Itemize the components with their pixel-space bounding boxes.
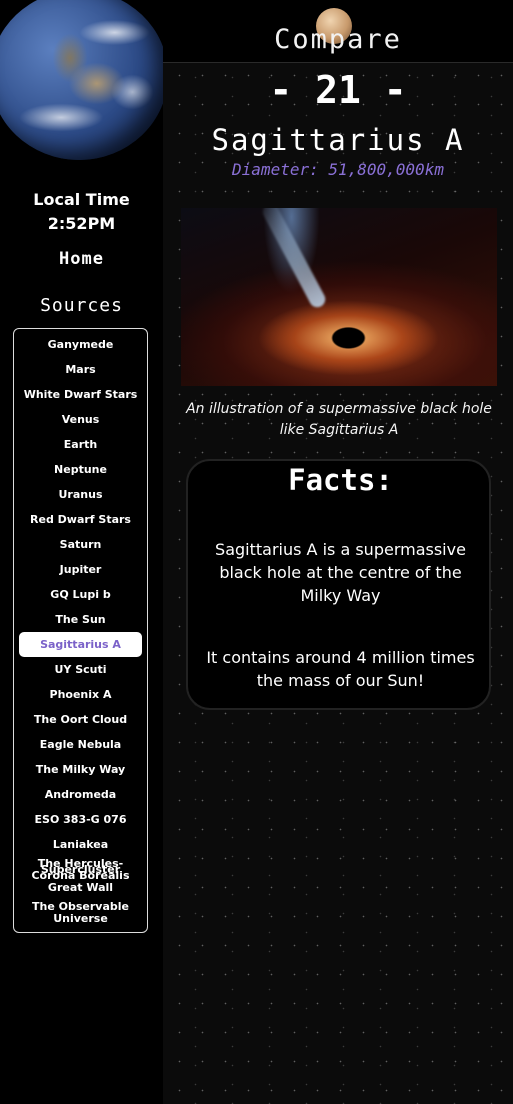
source-item[interactable]: Mars bbox=[19, 357, 142, 382]
header-bar: Compare bbox=[163, 0, 513, 63]
source-list: Ganymede Mars White Dwarf Stars Venus Ea… bbox=[13, 328, 148, 933]
source-item[interactable]: Earth bbox=[19, 432, 142, 457]
facts-panel: Facts: Sagittarius A is a supermassive b… bbox=[186, 459, 491, 710]
source-item[interactable]: Andromeda bbox=[19, 782, 142, 807]
object-name: Sagittarius A bbox=[211, 123, 465, 157]
source-item[interactable]: White Dwarf Stars bbox=[19, 382, 142, 407]
black-hole-illustration bbox=[181, 208, 497, 386]
local-time-value: 2:52PM bbox=[47, 214, 116, 233]
source-item[interactable]: The Milky Way bbox=[19, 757, 142, 782]
source-item[interactable]: Phoenix A bbox=[19, 682, 142, 707]
source-item[interactable]: Uranus bbox=[19, 482, 142, 507]
image-caption: An illustration of a supermassive black … bbox=[186, 401, 492, 438]
source-item[interactable]: The Sun bbox=[19, 607, 142, 632]
source-item[interactable]: The Oort Cloud bbox=[19, 707, 142, 732]
home-link[interactable]: Home bbox=[0, 249, 163, 269]
source-item[interactable]: Ganymede bbox=[19, 332, 142, 357]
source-item-active[interactable]: Sagittarius A bbox=[19, 632, 142, 657]
earth-image bbox=[0, 0, 168, 160]
source-item[interactable]: The Hercules-Corona Borealis Great Wall bbox=[19, 857, 142, 894]
source-item[interactable]: Venus bbox=[19, 407, 142, 432]
sources-heading: Sources bbox=[40, 295, 123, 316]
source-item[interactable]: Red Dwarf Stars bbox=[19, 507, 142, 532]
source-item[interactable]: Jupiter bbox=[19, 557, 142, 582]
source-item[interactable]: Saturn bbox=[19, 532, 142, 557]
main-content: Compare - 21 - Sagittarius A Diameter: 5… bbox=[163, 0, 513, 1104]
source-item[interactable]: Laniakea Supercluster bbox=[19, 832, 142, 876]
source-item[interactable]: GQ Lupi b bbox=[19, 582, 142, 607]
source-item[interactable]: UY Scuti bbox=[19, 657, 142, 682]
fact-text: It contains around 4 million times the m… bbox=[206, 648, 475, 690]
source-item[interactable]: Neptune bbox=[19, 457, 142, 482]
object-diameter: Diameter: 51,800,000km bbox=[232, 160, 444, 179]
fact-text: Sagittarius A is a supermassive black ho… bbox=[215, 540, 466, 605]
source-item[interactable]: ESO 383-G 076 bbox=[19, 807, 142, 832]
sidebar: Local Time 2:52PM Home Sources Ganymede … bbox=[0, 0, 168, 1104]
local-time-label: Local Time bbox=[33, 190, 130, 209]
facts-heading: Facts: bbox=[288, 463, 393, 497]
source-item[interactable]: Eagle Nebula bbox=[19, 732, 142, 757]
jet-glow bbox=[259, 208, 329, 311]
local-time: Local Time 2:52PM bbox=[0, 188, 163, 236]
page-title: Compare bbox=[274, 24, 402, 55]
object-number: - 21 - bbox=[269, 68, 407, 112]
source-item[interactable]: The Observable Universe bbox=[19, 894, 142, 931]
